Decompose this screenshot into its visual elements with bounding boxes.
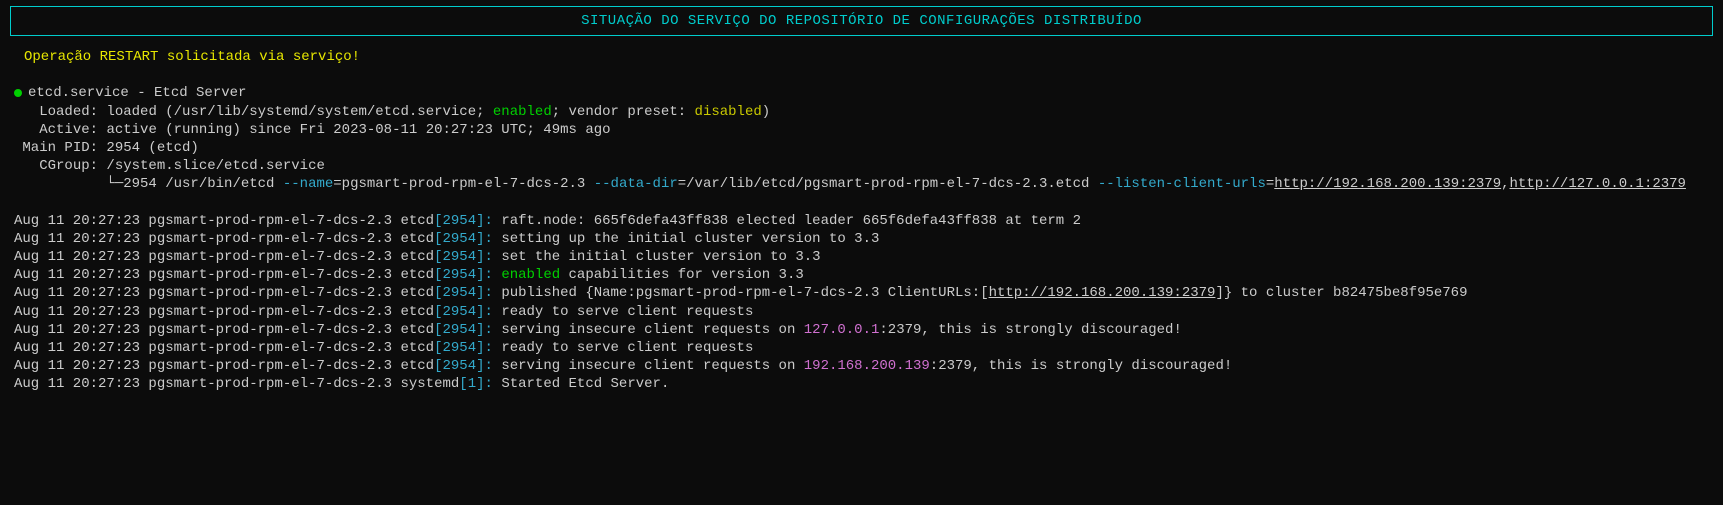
pid: 2954 [442,267,476,283]
log-msg-a: published {Name:pgsmart-prod-rpm-el-7-dc… [501,285,988,301]
log-msg: ready to serve client requests [501,340,753,356]
title-bar: SITUAÇÃO DO SERVIÇO DO REPOSITÓRIO DE CO… [10,6,1713,36]
mainpid-line: Main PID: 2954 (etcd) [14,140,199,156]
pid: 2954 [442,322,476,338]
log-msg: capabilities for version 3.3 [560,267,804,283]
rb: ]: [476,213,501,229]
log-prefix: Aug 11 20:27:23 pgsmart-prod-rpm-el-7-dc… [14,231,434,247]
cgroup-tree-prefix: └─2954 /usr/bin/etcd [14,176,283,192]
rb: ]: [476,304,501,320]
log-msg: raft.node: 665f6defa43ff838 elected lead… [501,213,1081,229]
systemctl-status-output: etcd.service - Etcd Server Loaded: loade… [0,84,1723,407]
rb: ]: [476,249,501,265]
rb: ]: [476,376,501,392]
pid: 2954 [442,213,476,229]
enabled-word: enabled [493,104,552,120]
log-msg-b: :2379, this is strongly discouraged! [879,322,1181,338]
log-msg-b: :2379, this is strongly discouraged! [930,358,1232,374]
page-title: SITUAÇÃO DO SERVIÇO DO REPOSITÓRIO DE CO… [581,13,1142,29]
log-msg-b: ]} to cluster b82475be8f95e769 [1215,285,1467,301]
loaded-after: ; vendor preset: [552,104,695,120]
log-prefix: Aug 11 20:27:23 pgsmart-prod-rpm-el-7-dc… [14,304,434,320]
log-prefix: Aug 11 20:27:23 pgsmart-prod-rpm-el-7-dc… [14,340,434,356]
loaded-tail: ) [762,104,770,120]
rb: ]: [476,340,501,356]
log-prefix: Aug 11 20:27:23 pgsmart-prod-rpm-el-7-dc… [14,267,434,283]
log-prefix: Aug 11 20:27:23 pgsmart-prod-rpm-el-7-dc… [14,285,434,301]
loaded-before: loaded (/usr/lib/systemd/system/etcd.ser… [106,104,492,120]
active-value: active (running) since Fri 2023-08-11 20… [106,122,610,138]
log-prefix: Aug 11 20:27:23 pgsmart-prod-rpm-el-7-dc… [14,322,434,338]
comma: , [1501,176,1509,192]
ip: 127.0.0.1 [804,322,880,338]
listen-url-1: http://192.168.200.139:2379 [1274,176,1501,192]
rb: ]: [476,285,501,301]
ip: 192.168.200.139 [804,358,930,374]
enabled-word: enabled [501,267,560,283]
pid: 2954 [442,304,476,320]
flag-name: --name [283,176,333,192]
pid: 2954 [442,340,476,356]
log-msg: set the initial cluster version to 3.3 [501,249,820,265]
log-msg: Started Etcd Server. [501,376,669,392]
listen-url-2: http://127.0.0.1:2379 [1510,176,1686,192]
flag-datadir: --data-dir [594,176,678,192]
client-url: http://192.168.200.139:2379 [989,285,1216,301]
rb: ]: [476,267,501,283]
restart-message: Operação RESTART solicitada via serviço! [24,48,1723,66]
lb: [ [459,376,467,392]
pid: 2954 [442,285,476,301]
log-prefix-systemd: Aug 11 20:27:23 pgsmart-prod-rpm-el-7-dc… [14,376,459,392]
log-msg-a: serving insecure client requests on [501,358,803,374]
rb: ]: [476,322,501,338]
log-prefix: Aug 11 20:27:23 pgsmart-prod-rpm-el-7-dc… [14,249,434,265]
cgroup-line: CGroup: /system.slice/etcd.service [14,158,325,174]
flag-datadir-val: =/var/lib/etcd/pgsmart-prod-rpm-el-7-dcs… [678,176,1098,192]
status-dot-icon [14,89,22,97]
loaded-label: Loaded: [14,104,106,120]
log-msg: ready to serve client requests [501,304,753,320]
rb: ]: [476,231,501,247]
log-prefix: Aug 11 20:27:23 pgsmart-prod-rpm-el-7-dc… [14,213,434,229]
pid: 1 [468,376,476,392]
flag-listen-eq: = [1266,176,1274,192]
flag-name-val: =pgsmart-prod-rpm-el-7-dcs-2.3 [333,176,593,192]
disabled-word: disabled [695,104,762,120]
service-line: etcd.service - Etcd Server [28,85,246,101]
pid: 2954 [442,358,476,374]
pid: 2954 [442,231,476,247]
flag-listen: --listen-client-urls [1098,176,1266,192]
log-msg: setting up the initial cluster version t… [501,231,879,247]
rb: ]: [476,358,501,374]
active-label: Active: [14,122,106,138]
log-prefix: Aug 11 20:27:23 pgsmart-prod-rpm-el-7-dc… [14,358,434,374]
log-msg-a: serving insecure client requests on [501,322,803,338]
pid: 2954 [442,249,476,265]
